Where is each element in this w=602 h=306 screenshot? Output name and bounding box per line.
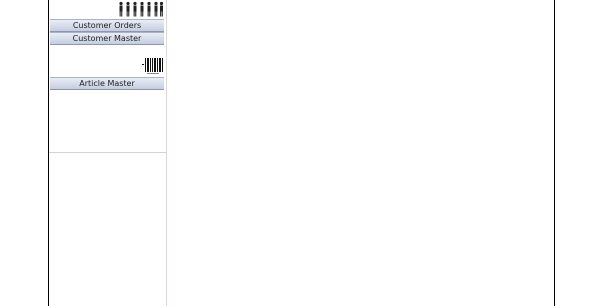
article-master-button[interactable]: Article Master <box>50 77 164 90</box>
main-content <box>167 0 554 306</box>
people-icon <box>119 1 164 17</box>
customer-orders-button[interactable]: Customer Orders <box>50 19 164 32</box>
sidebar: Customer Orders Customer Master Article … <box>49 0 167 306</box>
barcode-icon <box>142 58 163 74</box>
customer-master-button[interactable]: Customer Master <box>50 32 164 45</box>
sidebar-nav-panel: Customer Orders Customer Master Article … <box>49 0 166 153</box>
app-frame: Customer Orders Customer Master Article … <box>48 0 555 306</box>
